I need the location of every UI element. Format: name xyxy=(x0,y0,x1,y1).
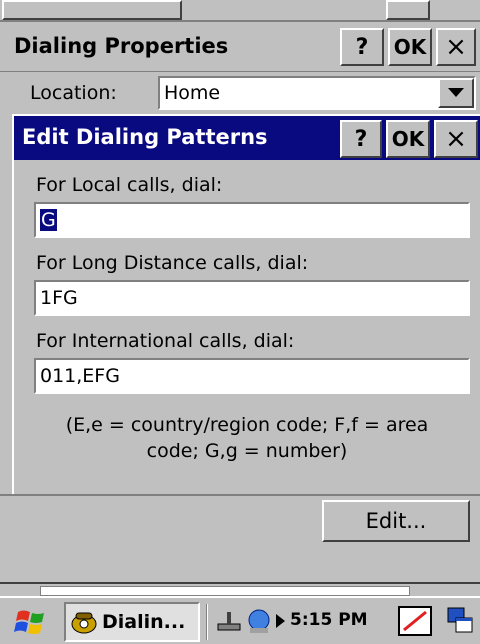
long-distance-value: 1FG xyxy=(40,287,78,309)
dialog-close-button[interactable]: × xyxy=(434,120,478,158)
location-label: Location: xyxy=(30,82,117,104)
clock[interactable]: 5:15 PM xyxy=(290,610,368,630)
location-select-value: Home xyxy=(164,82,221,104)
dialog-titlebar: Edit Dialing Patterns ? OK × xyxy=(14,116,480,160)
background-window-button xyxy=(386,0,430,20)
phone-icon xyxy=(71,612,97,634)
start-button[interactable] xyxy=(14,606,50,638)
local-calls-input[interactable]: G xyxy=(34,202,470,238)
background-window-tab xyxy=(2,0,182,20)
task-button-label: Dialin... xyxy=(102,611,186,633)
outer-ok-button[interactable]: OK xyxy=(388,28,432,66)
desktop-icon[interactable] xyxy=(446,606,476,636)
outer-window-title: Dialing Properties xyxy=(14,34,229,58)
outer-titlebar: Dialing Properties ? OK × xyxy=(0,22,480,72)
background-window-strip xyxy=(0,0,480,22)
pattern-help-text: (E,e = country/region code; F,f = area c… xyxy=(14,412,480,464)
dialog-title: Edit Dialing Patterns xyxy=(22,125,268,149)
outer-help-button[interactable]: ? xyxy=(340,28,384,66)
pattern-help-line-1: (E,e = country/region code; F,f = area xyxy=(65,414,429,436)
separator xyxy=(0,494,480,496)
task-button-dialing[interactable]: Dialin... xyxy=(64,602,200,642)
location-select[interactable]: Home xyxy=(158,76,476,110)
edit-button[interactable]: Edit... xyxy=(322,500,470,542)
chevron-down-icon xyxy=(448,88,464,97)
input-panel-icon[interactable] xyxy=(398,606,432,636)
connection-icon[interactable] xyxy=(244,606,274,636)
dialog-help-button[interactable]: ? xyxy=(340,120,382,158)
international-label: For International calls, dial: xyxy=(36,330,295,352)
international-input[interactable]: 011,EFG xyxy=(34,358,470,394)
pattern-help-line-2: code; G,g = number) xyxy=(146,440,348,462)
windows-flag-icon xyxy=(14,610,44,634)
taskbar: Dialin... 5:15 PM xyxy=(0,596,480,644)
tray-separator xyxy=(206,604,208,640)
scrollbar-track[interactable] xyxy=(40,586,410,596)
local-calls-label: For Local calls, dial: xyxy=(36,174,223,196)
location-dropdown-button[interactable] xyxy=(438,78,474,108)
network-icon[interactable] xyxy=(216,608,244,634)
international-value: 011,EFG xyxy=(40,365,120,387)
outer-close-button[interactable]: × xyxy=(436,28,476,66)
expand-arrow-icon[interactable] xyxy=(276,614,286,628)
long-distance-label: For Long Distance calls, dial: xyxy=(36,252,309,274)
local-calls-value: G xyxy=(40,209,57,231)
lower-strip xyxy=(0,582,480,596)
edit-dialing-patterns-dialog: Edit Dialing Patterns ? OK × For Local c… xyxy=(12,114,480,496)
dialog-ok-button[interactable]: OK xyxy=(386,120,430,158)
long-distance-input[interactable]: 1FG xyxy=(34,280,470,316)
